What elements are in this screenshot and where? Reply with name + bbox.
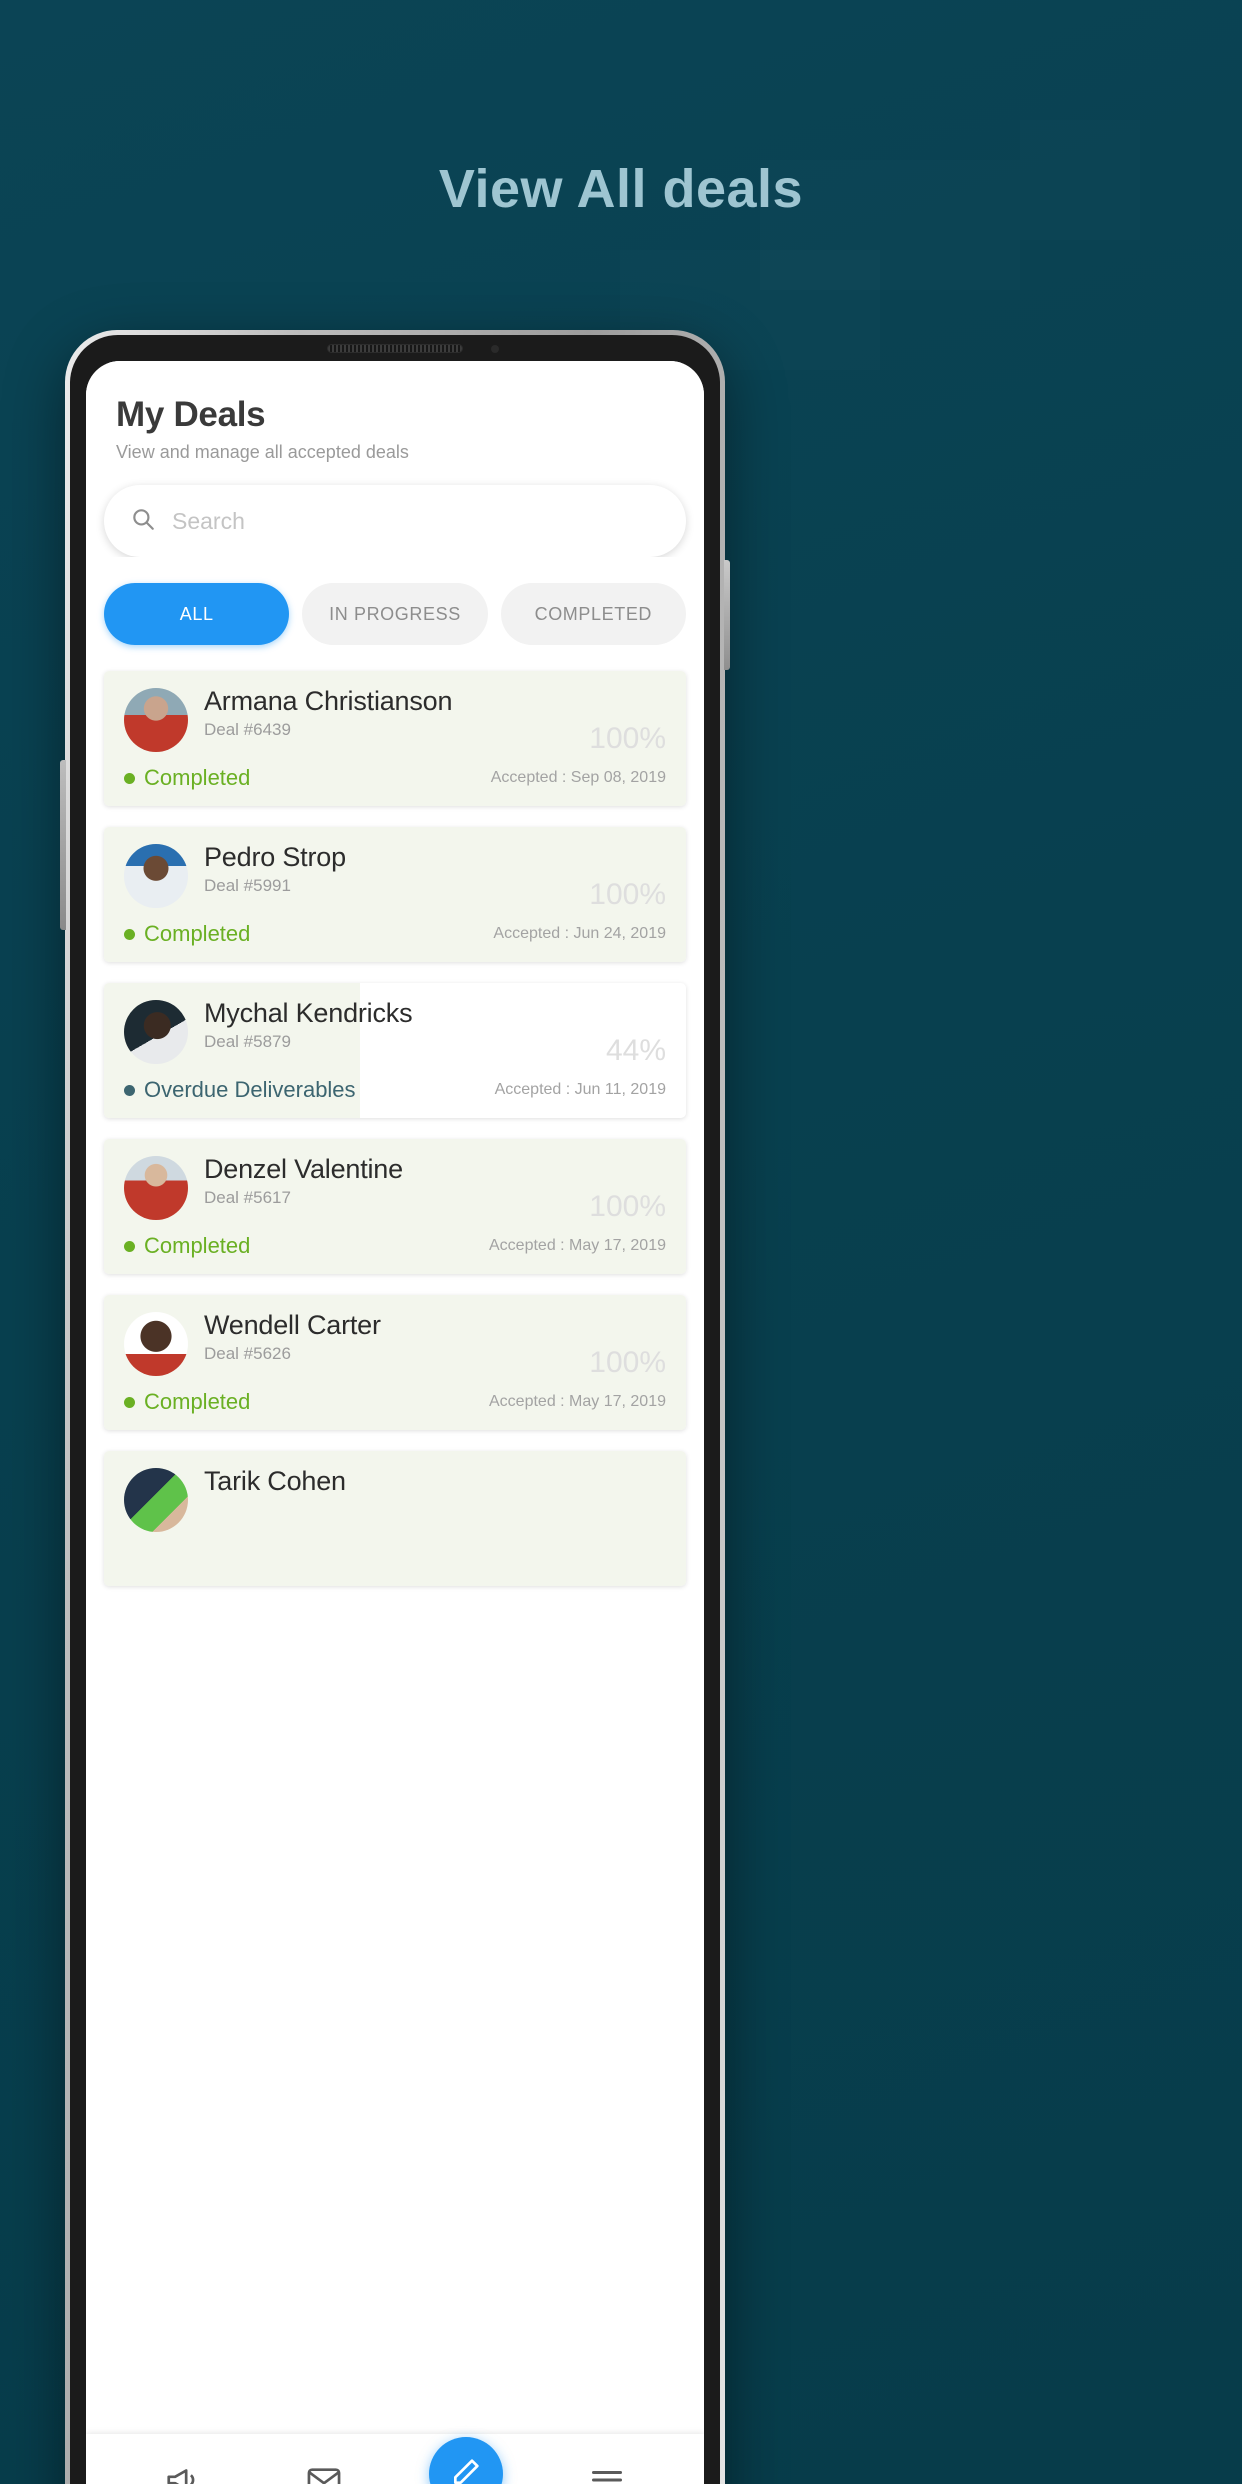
avatar [124,1312,188,1376]
status-badge: Completed [124,921,250,947]
deal-card[interactable]: Mychal Kendricks Deal #5879 44% Overdue Del… [104,983,686,1118]
status-dot-icon [124,1240,135,1252]
deal-id-label: Deal #6439 [204,720,291,740]
tab-all[interactable]: ALL [104,583,290,645]
deal-id-label: Deal #5626 [204,1344,291,1364]
deal-card[interactable]: Tarik Cohen [104,1451,686,1586]
deal-progress-percent: 100% [589,722,666,755]
deal-progress-percent: 100% [589,1346,666,1379]
deal-id-label: Deal #5879 [204,1032,291,1052]
deal-accepted-date: Accepted : May 17, 2019 [489,1237,666,1254]
phone-mockup: My Deals View and manage all accepted de… [60,330,730,2484]
deal-accepted-date: Accepted : May 17, 2019 [489,1393,666,1410]
deal-accepted-date: Accepted : Jun 11, 2019 [494,1081,666,1098]
deal-person-name: Denzel Valentine [204,1154,403,1184]
search-input[interactable] [172,507,660,535]
megaphone-icon [164,2461,202,2484]
deal-person-name: Wendell Carter [204,1310,381,1340]
tab-in-progress[interactable]: IN PROGRESS [302,583,488,645]
deal-progress-percent: 44% [605,1034,666,1067]
status-label: Completed [144,1233,251,1258]
status-dot-icon [124,1084,135,1096]
avatar [124,1000,188,1064]
status-dot-icon [124,772,135,784]
envelope-icon [305,2461,343,2484]
nav-messages-button[interactable] [287,2445,361,2484]
status-badge: Completed [124,765,250,791]
deal-progress-percent: 100% [589,878,666,911]
phone-screen: My Deals View and manage all accepted de… [86,361,704,2484]
deal-person-name: Armana Christianson [204,686,453,716]
status-badge: Completed [124,1233,250,1259]
tab-completed[interactable]: COMPLETED [500,583,686,645]
status-label: Completed [144,921,251,946]
avatar [124,844,188,908]
deal-accepted-date: Accepted : Sep 08, 2019 [490,769,666,786]
app-subtitle: View and manage all accepted deals [116,442,409,462]
deal-card[interactable]: Pedro Strop Deal #5991 100% Completed Accept… [104,827,686,962]
phone-earpiece [327,344,463,353]
nav-menu-button[interactable] [570,2445,644,2484]
nav-compose-fab-button[interactable] [428,2437,503,2484]
nav-megaphone-button[interactable] [146,2445,220,2484]
deal-person-name: Mychal Kendricks [204,998,413,1028]
deal-person-name: Tarik Cohen [204,1466,346,1496]
avatar [124,1468,188,1532]
deal-card[interactable]: Denzel Valentine Deal #5617 100% Completed A… [104,1139,686,1274]
deal-id-label: Deal #5617 [204,1188,291,1208]
avatar [124,1156,188,1220]
status-badge: Completed [124,1389,250,1415]
phone-front-camera-icon [491,345,499,353]
status-label: Completed [144,765,251,790]
deal-person-name: Pedro Strop [204,842,346,872]
filter-tabs: ALL IN PROGRESS COMPLETED [86,557,704,671]
status-badge: Overdue Deliverables [124,1077,356,1103]
search-bar[interactable] [104,485,686,557]
deal-card[interactable]: Armana Christianson Deal #6439 100% Complet… [104,671,686,806]
deal-list: Armana Christianson Deal #6439 100% Complet… [86,671,704,1586]
deal-progress-percent: 100% [589,1190,666,1223]
status-label: Completed [144,1389,251,1414]
avatar [124,688,188,752]
edit-fab-icon [450,2456,482,2484]
deal-card[interactable]: Wendell Carter Deal #5626 100% Completed Acc… [104,1295,686,1430]
deal-accepted-date: Accepted : Jun 24, 2019 [493,925,666,942]
search-icon [130,506,156,537]
page-title: View All deals [438,159,804,219]
app-title: My Deals [116,395,266,434]
phone-volume-button [60,760,66,930]
deal-id-label: Deal #5991 [204,876,291,896]
status-dot-icon [124,928,135,940]
phone-power-button [724,560,730,670]
bottom-navigation [86,2434,704,2484]
hamburger-menu-icon [589,2462,625,2484]
status-dot-icon [124,1396,135,1408]
app-header: My Deals View and manage all accepted de… [86,361,704,463]
status-label: Overdue Deliverables [144,1077,356,1102]
